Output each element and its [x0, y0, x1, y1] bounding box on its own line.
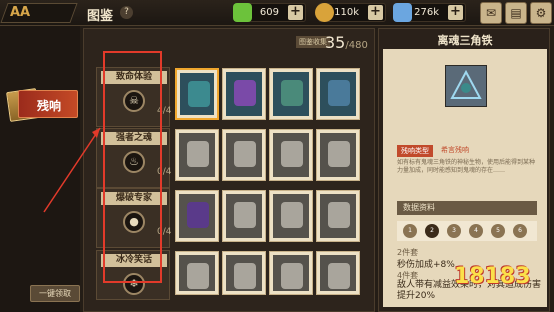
- item-icon: [234, 263, 256, 289]
- item-icon: [328, 202, 350, 228]
- watermark: 18183: [454, 264, 531, 289]
- item-icon: [281, 141, 303, 167]
- level-pip[interactable]: 5: [491, 224, 505, 238]
- item-icon: [281, 202, 303, 228]
- type-label: 残响类型: [397, 145, 433, 157]
- item-description: 如有标有鬼魂三角铁的神秘生物，使用后能得到某种力量加成，同时能感知到鬼魂的存在……: [397, 159, 536, 174]
- item-card[interactable]: [222, 129, 266, 181]
- piece2-effect: 秒伤加成+8%: [397, 260, 455, 270]
- level-pip[interactable]: 6: [513, 224, 527, 238]
- item-card-frame: [320, 255, 356, 291]
- item-card[interactable]: [316, 251, 360, 295]
- level-pip[interactable]: 3: [447, 224, 461, 238]
- item-card[interactable]: [222, 251, 266, 295]
- item-card[interactable]: [269, 68, 313, 120]
- item-icon: [188, 81, 210, 107]
- item-icon: [328, 263, 350, 289]
- level-pip[interactable]: 2: [425, 224, 439, 238]
- item-card[interactable]: [175, 68, 219, 120]
- item-card-frame: [226, 255, 262, 291]
- item-card-frame: [226, 133, 262, 177]
- level-pip[interactable]: 4: [469, 224, 483, 238]
- item-card-frame: [179, 255, 215, 291]
- item-card-frame: [273, 72, 309, 116]
- item-card-frame: [180, 73, 214, 115]
- type-value: 希言残响: [441, 146, 469, 154]
- item-icon: [187, 263, 209, 289]
- item-icon: [281, 263, 303, 289]
- item-icon: [187, 202, 209, 228]
- item-card-frame: [320, 194, 356, 238]
- item-card-frame: [273, 133, 309, 177]
- data-header: 数据资料: [397, 201, 537, 215]
- item-card-frame: [273, 194, 309, 238]
- item-card[interactable]: [316, 190, 360, 242]
- item-icon: [328, 141, 350, 167]
- item-icon: [187, 141, 209, 167]
- item-card[interactable]: [316, 129, 360, 181]
- item-card[interactable]: [269, 251, 313, 295]
- detail-title: 离魂三角铁: [437, 34, 493, 47]
- level-pip[interactable]: 1: [403, 224, 417, 238]
- item-card-frame: [179, 194, 215, 238]
- item-card-frame: [320, 72, 356, 116]
- item-card-frame: [320, 133, 356, 177]
- item-icon: [234, 202, 256, 228]
- item-icon: [234, 80, 256, 106]
- item-card[interactable]: [222, 68, 266, 120]
- item-card-frame: [226, 194, 262, 238]
- item-icon: [234, 141, 256, 167]
- item-card[interactable]: [222, 190, 266, 242]
- item-card-frame: [179, 133, 215, 177]
- item-card[interactable]: [269, 190, 313, 242]
- item-icon: [328, 80, 350, 106]
- item-card-frame: [226, 72, 262, 116]
- item-card[interactable]: [316, 68, 360, 120]
- item-card-frame: [273, 255, 309, 291]
- item-card[interactable]: [175, 190, 219, 242]
- item-card[interactable]: [269, 129, 313, 181]
- item-card[interactable]: [175, 129, 219, 181]
- item-card[interactable]: [175, 251, 219, 295]
- triangle-item-icon: [445, 65, 487, 107]
- level-selector: 123456: [397, 221, 537, 241]
- item-icon: [281, 80, 303, 106]
